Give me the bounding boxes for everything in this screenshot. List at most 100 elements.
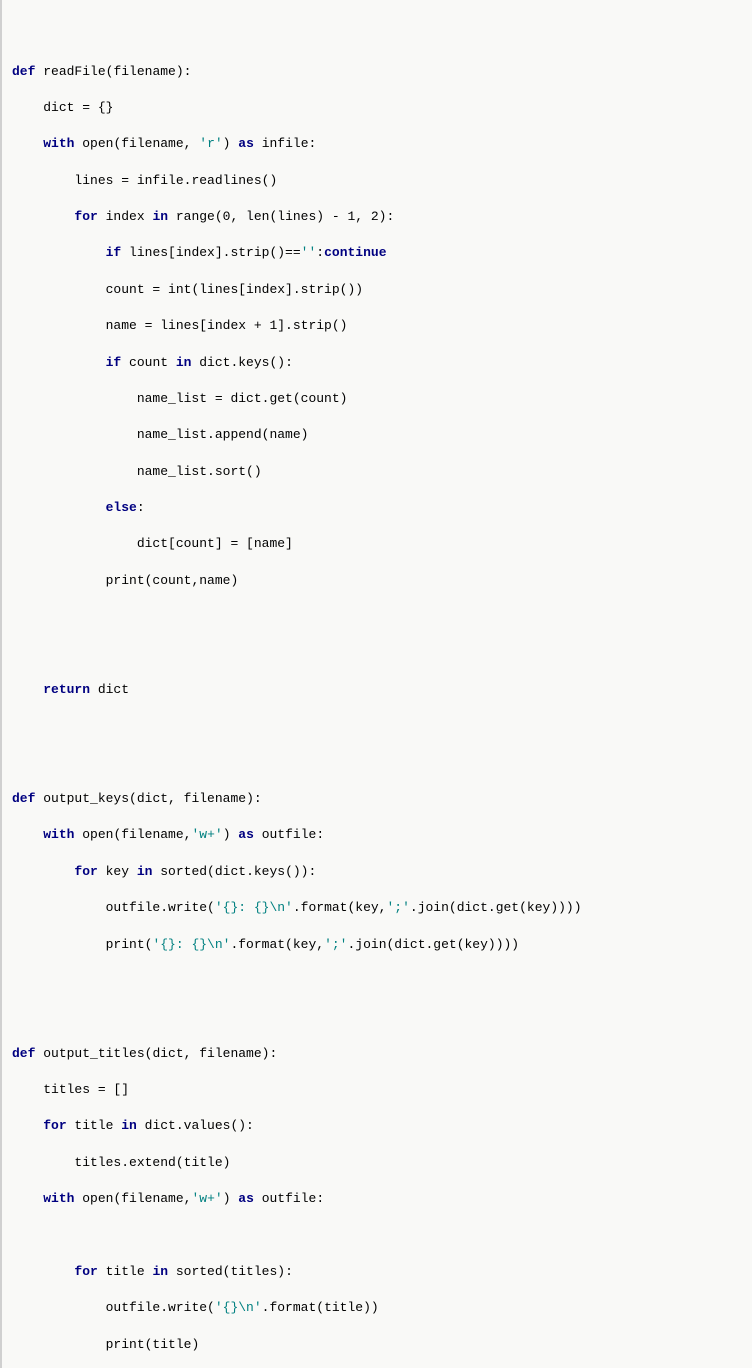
string-literal: 'r' bbox=[199, 136, 222, 151]
txt: outfile: bbox=[254, 827, 324, 842]
code-line: def readFile(filename): bbox=[12, 63, 744, 81]
code-line: name_list.sort() bbox=[12, 463, 744, 481]
txt: range(0, len(lines) - 1, 2): bbox=[168, 209, 394, 224]
blank-line bbox=[12, 717, 744, 735]
code-line: with open(filename,'w+') as outfile: bbox=[12, 1190, 744, 1208]
keyword-in: in bbox=[137, 864, 153, 879]
txt: sorted(titles): bbox=[168, 1264, 293, 1279]
txt: title bbox=[67, 1118, 122, 1133]
txt: .join(dict.get(key)))) bbox=[410, 900, 582, 915]
string-literal: '' bbox=[301, 245, 317, 260]
string-literal: '{}: {}\n' bbox=[215, 900, 293, 915]
txt: .join(dict.get(key)))) bbox=[347, 937, 519, 952]
keyword-as: as bbox=[238, 136, 254, 151]
stmt: name_list.sort() bbox=[137, 464, 262, 479]
stmt: print(count,name) bbox=[106, 573, 239, 588]
keyword-if: if bbox=[106, 355, 122, 370]
txt: .format(title)) bbox=[262, 1300, 379, 1315]
stmt: titles.extend(title) bbox=[74, 1155, 230, 1170]
txt: title bbox=[98, 1264, 153, 1279]
code-line: lines = infile.readlines() bbox=[12, 172, 744, 190]
code-line: with open(filename, 'r') as infile: bbox=[12, 135, 744, 153]
func-name: output_titles bbox=[43, 1046, 144, 1061]
code-line: count = int(lines[index].strip()) bbox=[12, 281, 744, 299]
code-line: name_list = dict.get(count) bbox=[12, 390, 744, 408]
keyword-with: with bbox=[43, 827, 74, 842]
txt: dict.values(): bbox=[137, 1118, 254, 1133]
code-line: for index in range(0, len(lines) - 1, 2)… bbox=[12, 208, 744, 226]
txt: outfile.write( bbox=[106, 900, 215, 915]
string-literal: ';' bbox=[386, 900, 409, 915]
code-line: def output_keys(dict, filename): bbox=[12, 790, 744, 808]
code-line: name = lines[index + 1].strip() bbox=[12, 317, 744, 335]
txt: lines[index].strip()== bbox=[121, 245, 300, 260]
keyword-def: def bbox=[12, 791, 35, 806]
blank-line bbox=[12, 645, 744, 663]
stmt: titles = [] bbox=[43, 1082, 129, 1097]
stmt: dict = {} bbox=[43, 100, 113, 115]
blank-line bbox=[12, 1227, 744, 1245]
keyword-for: for bbox=[74, 209, 97, 224]
func-name: output_keys bbox=[43, 791, 129, 806]
txt: .format(key, bbox=[230, 937, 324, 952]
params: (dict, filename): bbox=[129, 791, 262, 806]
code-line: for title in sorted(titles): bbox=[12, 1263, 744, 1281]
code-line: print(title) bbox=[12, 1336, 744, 1354]
params: (filename): bbox=[106, 64, 192, 79]
txt: open(filename, bbox=[74, 136, 199, 151]
func-name: readFile bbox=[43, 64, 105, 79]
blank-line bbox=[12, 608, 744, 626]
txt: .format(key, bbox=[293, 900, 387, 915]
txt: infile: bbox=[254, 136, 316, 151]
keyword-return: return bbox=[43, 682, 90, 697]
code-line: for key in sorted(dict.keys()): bbox=[12, 863, 744, 881]
stmt: name = lines[index + 1].strip() bbox=[106, 318, 348, 333]
keyword-for: for bbox=[43, 1118, 66, 1133]
txt: outfile: bbox=[254, 1191, 324, 1206]
txt: outfile.write( bbox=[106, 1300, 215, 1315]
code-line: if count in dict.keys(): bbox=[12, 354, 744, 372]
txt: open(filename, bbox=[74, 827, 191, 842]
keyword-continue: continue bbox=[324, 245, 386, 260]
code-line: with open(filename,'w+') as outfile: bbox=[12, 826, 744, 844]
code-line: outfile.write('{}\n'.format(title)) bbox=[12, 1299, 744, 1317]
keyword-in: in bbox=[152, 1264, 168, 1279]
keyword-with: with bbox=[43, 1191, 74, 1206]
code-line: print(count,name) bbox=[12, 572, 744, 590]
txt: dict bbox=[90, 682, 129, 697]
code-line: titles = [] bbox=[12, 1081, 744, 1099]
keyword-def: def bbox=[12, 1046, 35, 1061]
stmt: name_list.append(name) bbox=[137, 427, 309, 442]
code-line: outfile.write('{}: {}\n'.format(key,';'.… bbox=[12, 899, 744, 917]
code-line: name_list.append(name) bbox=[12, 426, 744, 444]
txt: count bbox=[121, 355, 176, 370]
keyword-def: def bbox=[12, 64, 35, 79]
blank-line bbox=[12, 1008, 744, 1026]
keyword-for: for bbox=[74, 1264, 97, 1279]
params: (dict, filename): bbox=[145, 1046, 278, 1061]
txt: key bbox=[98, 864, 137, 879]
stmt: name_list = dict.get(count) bbox=[137, 391, 348, 406]
colon: : bbox=[137, 500, 145, 515]
stmt: count = int(lines[index].strip()) bbox=[106, 282, 363, 297]
string-literal: ';' bbox=[324, 937, 347, 952]
keyword-if: if bbox=[106, 245, 122, 260]
string-literal: 'w+' bbox=[191, 827, 222, 842]
keyword-in: in bbox=[152, 209, 168, 224]
code-line: dict = {} bbox=[12, 99, 744, 117]
stmt: print(title) bbox=[106, 1337, 200, 1352]
blank-line bbox=[12, 972, 744, 990]
string-literal: '{}: {}\n' bbox=[152, 937, 230, 952]
code-line: dict[count] = [name] bbox=[12, 535, 744, 553]
keyword-else: else bbox=[106, 500, 137, 515]
txt: sorted(dict.keys()): bbox=[152, 864, 316, 879]
code-line: def output_titles(dict, filename): bbox=[12, 1045, 744, 1063]
code-line: if lines[index].strip()=='':continue bbox=[12, 244, 744, 262]
keyword-in: in bbox=[176, 355, 192, 370]
keyword-with: with bbox=[43, 136, 74, 151]
stmt: lines = infile.readlines() bbox=[74, 173, 277, 188]
keyword-in: in bbox=[121, 1118, 137, 1133]
code-line: else: bbox=[12, 499, 744, 517]
colon: : bbox=[316, 245, 324, 260]
stmt: dict[count] = [name] bbox=[137, 536, 293, 551]
